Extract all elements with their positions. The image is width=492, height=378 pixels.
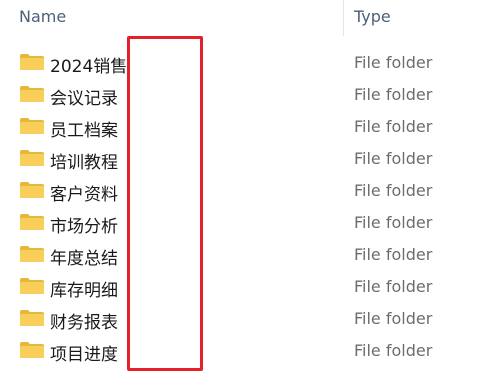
- folder-type: File folder: [354, 245, 433, 264]
- list-item[interactable]: 库存明细 File folder: [0, 270, 492, 302]
- list-item[interactable]: 年度总结 File folder: [0, 238, 492, 270]
- folder-icon: [20, 214, 44, 230]
- folder-type: File folder: [354, 277, 433, 296]
- list-item[interactable]: 培训教程 File folder: [0, 142, 492, 174]
- folder-name: 员工档案: [50, 121, 118, 141]
- folder-type: File folder: [354, 181, 433, 200]
- column-header-type[interactable]: Type: [354, 7, 391, 26]
- folder-type: File folder: [354, 213, 433, 232]
- folder-name: 客户资料: [50, 185, 118, 205]
- list-item[interactable]: 2024销售 File folder: [0, 46, 492, 78]
- folder-icon: [20, 246, 44, 262]
- folder-name: 财务报表: [50, 313, 118, 333]
- folder-icon: [20, 54, 44, 70]
- folder-name: 会议记录: [50, 89, 118, 109]
- folder-type: File folder: [354, 117, 433, 136]
- file-list: 2024销售 File folder 会议记录 File folder 员工档案…: [0, 46, 492, 366]
- folder-icon: [20, 150, 44, 166]
- folder-icon: [20, 86, 44, 102]
- list-item[interactable]: 项目进度 File folder: [0, 334, 492, 366]
- folder-name: 年度总结: [50, 249, 118, 269]
- folder-name: 项目进度: [50, 345, 118, 365]
- list-item[interactable]: 市场分析 File folder: [0, 206, 492, 238]
- folder-type: File folder: [354, 53, 433, 72]
- file-explorer-list: Name Type 2024销售 File folder 会议记录 File f…: [0, 0, 492, 378]
- redaction-box: [127, 36, 203, 371]
- folder-icon: [20, 182, 44, 198]
- folder-name: 市场分析: [50, 217, 118, 237]
- column-divider[interactable]: [343, 0, 344, 36]
- folder-name: 培训教程: [50, 153, 118, 173]
- folder-icon: [20, 342, 44, 358]
- folder-name: 2024销售: [50, 57, 127, 77]
- folder-type: File folder: [354, 309, 433, 328]
- folder-type: File folder: [354, 341, 433, 360]
- folder-icon: [20, 278, 44, 294]
- list-item[interactable]: 会议记录 File folder: [0, 78, 492, 110]
- column-header-name[interactable]: Name: [19, 7, 66, 26]
- folder-icon: [20, 118, 44, 134]
- list-item[interactable]: 财务报表 File folder: [0, 302, 492, 334]
- folder-type: File folder: [354, 149, 433, 168]
- folder-icon: [20, 310, 44, 326]
- list-item[interactable]: 客户资料 File folder: [0, 174, 492, 206]
- folder-type: File folder: [354, 85, 433, 104]
- column-header-bar: Name Type: [0, 0, 492, 36]
- folder-name: 库存明细: [50, 281, 118, 301]
- list-item[interactable]: 员工档案 File folder: [0, 110, 492, 142]
